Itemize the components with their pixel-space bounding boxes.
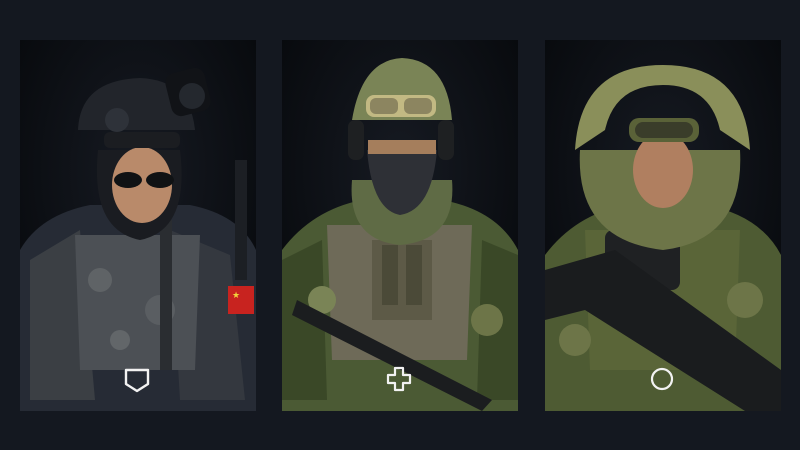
operator-card-1[interactable]: ★: [20, 40, 256, 411]
operator-portrait-2: [282, 40, 518, 411]
circle-icon: [647, 364, 677, 394]
operator-select-screen: { "screen": { "background": "#141820", "…: [0, 0, 800, 450]
operator-card-3[interactable]: [545, 40, 781, 411]
operator-portrait-3: [545, 40, 781, 411]
svg-text:★: ★: [232, 291, 240, 301]
operator-portrait-1: ★: [20, 40, 256, 411]
operator-card-row: ★: [0, 0, 800, 450]
shield-icon: [122, 364, 152, 394]
plus-icon: [384, 364, 414, 394]
operator-card-2[interactable]: [282, 40, 518, 411]
